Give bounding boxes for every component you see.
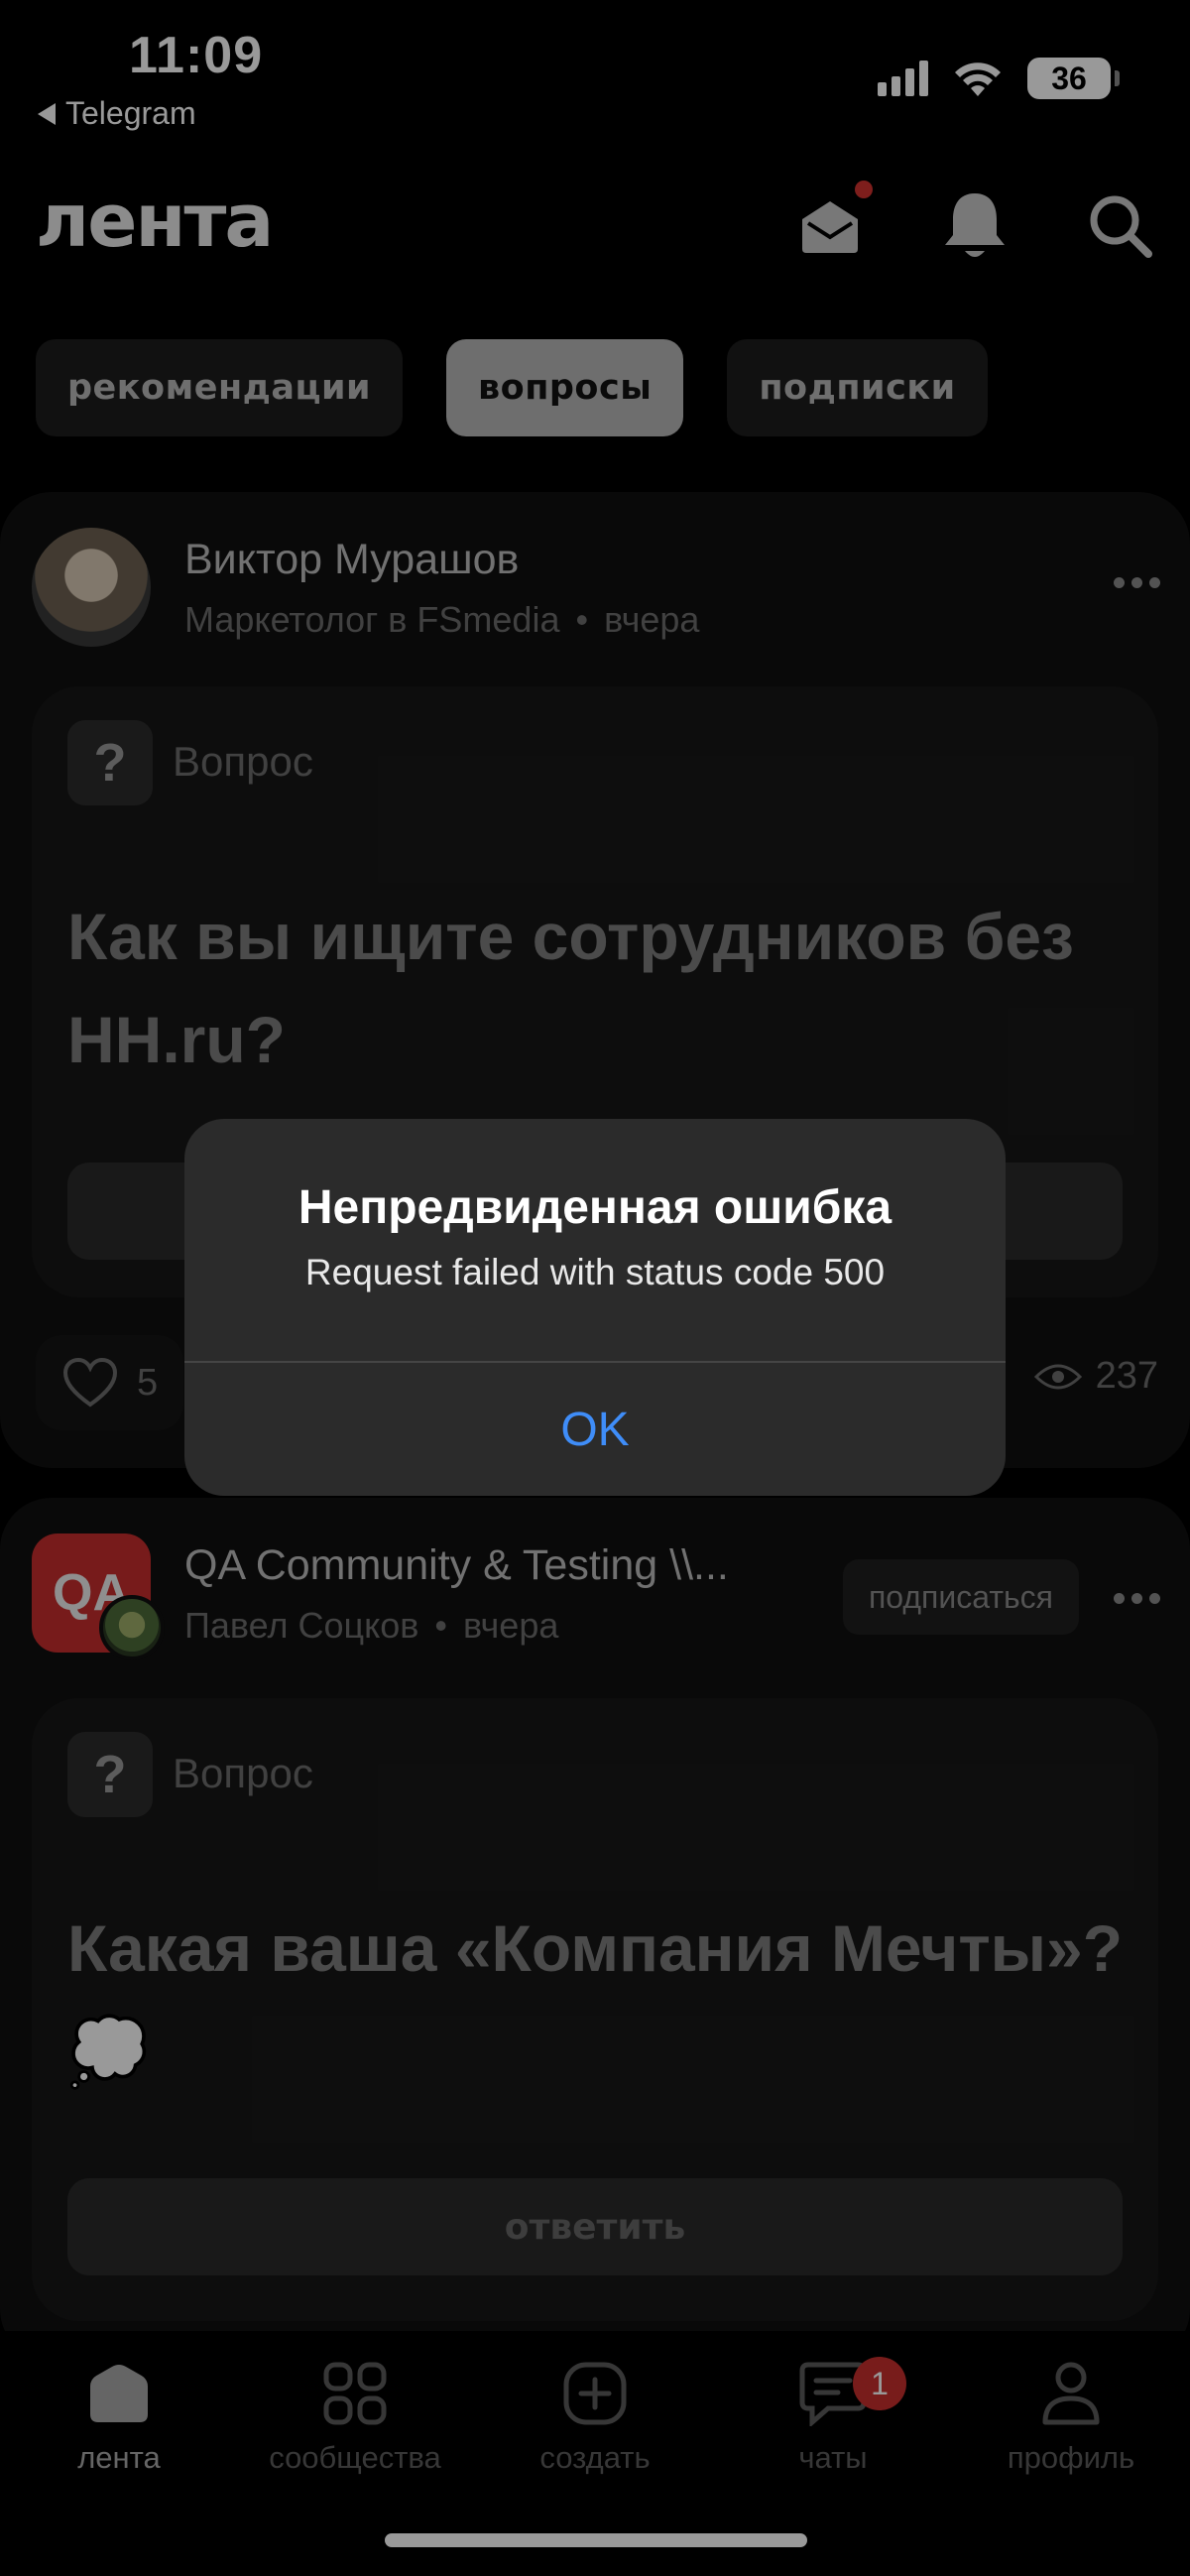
error-alert: Непредвиденная ошибка Request failed wit… [184,1119,1006,1496]
alert-title: Непредвиденная ошибка [298,1181,892,1234]
alert-message: Request failed with status code 500 [304,1252,886,1292]
ok-button[interactable]: OK [184,1363,1006,1496]
